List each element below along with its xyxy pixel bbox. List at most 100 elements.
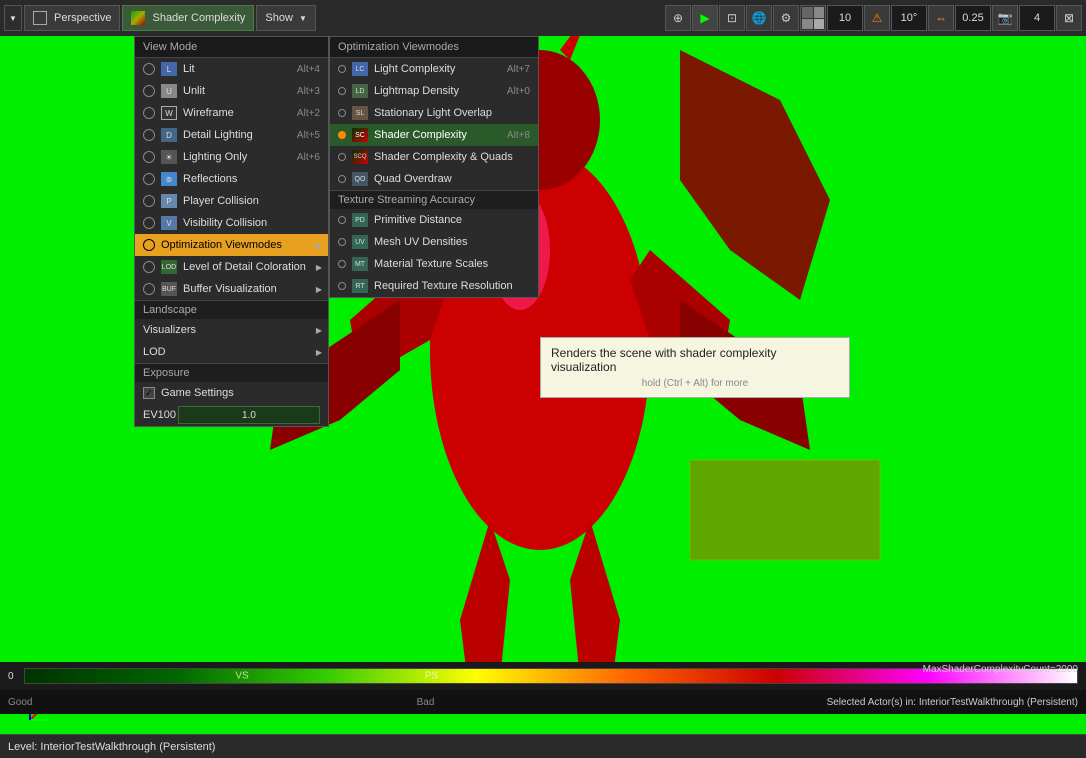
- menu-item-quad-overdraw[interactable]: QO Quad Overdraw: [330, 168, 538, 190]
- toolbar-right: ⊕ ▶ ⊡ 🌐 ⚙ 10 ⚠ 10° ⇔ 0.25: [665, 5, 1082, 31]
- transform-btn[interactable]: ⊕: [665, 5, 691, 31]
- lightmap-density-shortcut: Alt+0: [507, 86, 530, 97]
- shader-complexity-selected-dot: [338, 131, 346, 139]
- menu-item-reflections[interactable]: ⊚ Reflections: [135, 168, 328, 190]
- scale-value[interactable]: 0.25: [955, 5, 991, 31]
- opt-viewmodes-submenu: Optimization Viewmodes LC Light Complexi…: [329, 36, 539, 298]
- menu-item-level-of-detail[interactable]: LOD Level of Detail Coloration: [135, 256, 328, 278]
- show-arrow-icon: ▼: [299, 14, 307, 23]
- vs-label: VS: [235, 671, 248, 682]
- max-shader-label: MaxShaderComplexityCount=2000: [923, 664, 1078, 675]
- game-settings-label: Game Settings: [161, 387, 234, 399]
- ps-label: PS: [425, 671, 438, 682]
- view-mode-menu: View Mode L Lit Alt+4 U Unlit Alt+3 W Wi…: [134, 36, 329, 427]
- material-texture-label: Material Texture Scales: [374, 258, 530, 270]
- show-label: Show: [265, 12, 293, 24]
- visibility-collision-radio: [143, 217, 155, 229]
- required-texture-label: Required Texture Resolution: [374, 280, 530, 292]
- ev100-row: EV100: [135, 404, 328, 426]
- unlit-label: Unlit: [183, 85, 297, 97]
- stationary-light-icon: SL: [352, 106, 368, 120]
- settings-btn[interactable]: ⚙: [773, 5, 799, 31]
- lighting-only-shortcut: Alt+6: [297, 152, 320, 163]
- warning-icon-btn[interactable]: ⚠: [864, 5, 890, 31]
- lit-radio: [143, 63, 155, 75]
- game-settings-checkbox[interactable]: ✓: [143, 387, 155, 399]
- angle-value[interactable]: 10°: [891, 5, 927, 31]
- menu-item-wireframe[interactable]: W Wireframe Alt+2: [135, 102, 328, 124]
- menu-item-light-complexity[interactable]: LC Light Complexity Alt+7: [330, 58, 538, 80]
- perspective-icon: [33, 11, 47, 25]
- menu-item-shader-complexity-quads[interactable]: SCQ Shader Complexity & Quads: [330, 146, 538, 168]
- grid-icon: [801, 6, 825, 30]
- game-settings-row[interactable]: ✓ Game Settings: [135, 382, 328, 404]
- required-texture-icon: RT: [352, 279, 368, 293]
- menu-item-mesh-uv[interactable]: UV Mesh UV Densities: [330, 231, 538, 253]
- realtime-btn[interactable]: ▶: [692, 5, 718, 31]
- chevron-down-icon: ▼: [9, 14, 17, 23]
- lightmap-density-label: Lightmap Density: [374, 85, 507, 97]
- grid-btn[interactable]: [800, 5, 826, 31]
- menu-item-stationary-light[interactable]: SL Stationary Light Overlap: [330, 102, 538, 124]
- menu-item-lighting-only[interactable]: ☀ Lighting Only Alt+6: [135, 146, 328, 168]
- detail-lighting-radio: [143, 129, 155, 141]
- tooltip-title: Renders the scene with shader complexity…: [551, 346, 839, 374]
- quad-overdraw-radio: [338, 175, 346, 183]
- menu-item-visualizers[interactable]: Visualizers: [135, 319, 328, 341]
- menu-item-lit[interactable]: L Lit Alt+4: [135, 58, 328, 80]
- primitive-distance-icon: PD: [352, 213, 368, 227]
- shader-complexity-btn[interactable]: Shader Complexity: [122, 5, 254, 31]
- menu-item-detail-lighting[interactable]: D Detail Lighting Alt+5: [135, 124, 328, 146]
- light-complexity-radio: [338, 65, 346, 73]
- globe-btn[interactable]: 🌐: [746, 5, 772, 31]
- ev100-label: EV100: [143, 409, 178, 421]
- menu-item-visibility-collision[interactable]: V Visibility Collision: [135, 212, 328, 234]
- menu-item-required-texture[interactable]: RT Required Texture Resolution: [330, 275, 538, 297]
- visibility-collision-label: Visibility Collision: [183, 217, 320, 229]
- mesh-uv-icon: UV: [352, 235, 368, 249]
- screenshot-btn[interactable]: ⊡: [719, 5, 745, 31]
- wireframe-radio: [143, 107, 155, 119]
- menu-item-material-texture[interactable]: MT Material Texture Scales: [330, 253, 538, 275]
- scale-icon-btn[interactable]: ⇔: [928, 5, 954, 31]
- camera-speed-value[interactable]: 4: [1019, 5, 1055, 31]
- maximize-btn[interactable]: ⊠: [1056, 5, 1082, 31]
- shader-complexity-menu-label: Shader Complexity: [374, 129, 507, 141]
- exposure-section-header: Exposure: [135, 363, 328, 382]
- menu-item-optimization-viewmodes[interactable]: Optimization Viewmodes: [135, 234, 328, 256]
- menu-item-buffer-visualization[interactable]: BUF Buffer Visualization: [135, 278, 328, 300]
- perspective-btn[interactable]: Perspective: [24, 5, 120, 31]
- good-label: Good: [8, 697, 32, 708]
- lod-menu-label: LOD: [143, 346, 320, 358]
- reflections-radio: [143, 173, 155, 185]
- viewport-dropdown-btn[interactable]: ▼: [4, 5, 22, 31]
- shader-complexity-tooltip: Renders the scene with shader complexity…: [540, 337, 850, 398]
- menu-item-player-collision[interactable]: P Player Collision: [135, 190, 328, 212]
- top-toolbar: ▼ Perspective Shader Complexity Show ▼ ⊕…: [0, 0, 1086, 36]
- snap-value[interactable]: 10: [827, 5, 863, 31]
- transform-icon: ⊕: [673, 11, 683, 25]
- light-complexity-label: Light Complexity: [374, 63, 507, 75]
- maximize-icon: ⊠: [1064, 11, 1074, 25]
- primitive-distance-radio: [338, 216, 346, 224]
- required-texture-radio: [338, 282, 346, 290]
- buffer-radio: [143, 283, 155, 295]
- show-btn[interactable]: Show ▼: [256, 5, 315, 31]
- menu-item-unlit[interactable]: U Unlit Alt+3: [135, 80, 328, 102]
- opt-submenu-header: Optimization Viewmodes: [330, 37, 538, 58]
- gear-icon: ⚙: [781, 11, 792, 25]
- realtime-icon: ▶: [700, 11, 709, 25]
- ev100-input[interactable]: [178, 406, 320, 424]
- player-collision-radio: [143, 195, 155, 207]
- visualizers-label: Visualizers: [143, 324, 320, 336]
- shader-complexity-icon: [131, 11, 145, 25]
- menu-item-lod[interactable]: LOD: [135, 341, 328, 363]
- menu-item-primitive-distance[interactable]: PD Primitive Distance: [330, 209, 538, 231]
- menu-item-lightmap-density[interactable]: LD Lightmap Density Alt+0: [330, 80, 538, 102]
- menu-item-shader-complexity[interactable]: SC Shader Complexity Alt+8: [330, 124, 538, 146]
- globe-icon: 🌐: [752, 11, 767, 25]
- camera-icon-btn[interactable]: 📷: [992, 5, 1018, 31]
- scq-icon: SCQ: [352, 150, 368, 164]
- unlit-icon: U: [161, 84, 177, 98]
- lighting-only-icon: ☀: [161, 150, 177, 164]
